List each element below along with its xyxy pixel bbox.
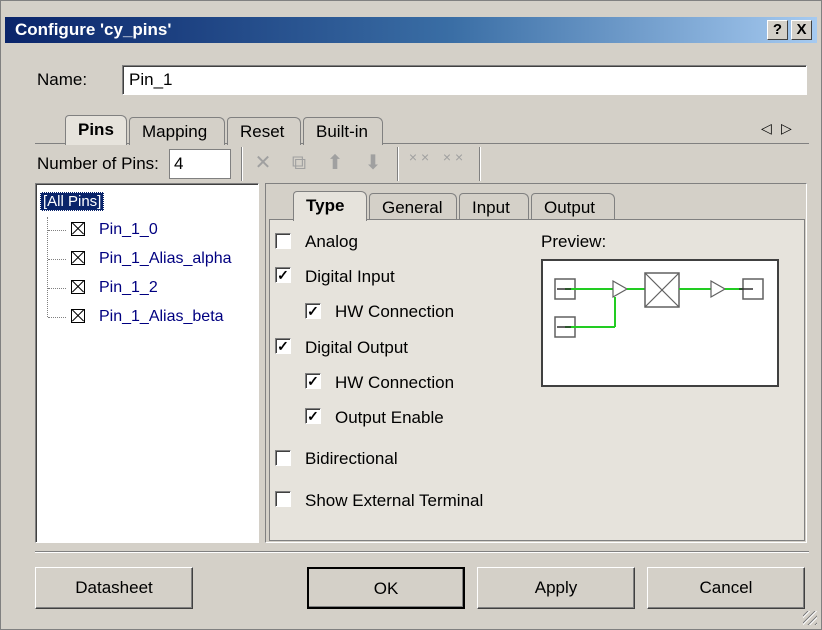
tree-item-label: Pin_1_0 — [99, 221, 158, 238]
resize-grip[interactable] — [803, 611, 817, 625]
copy-icon[interactable]: ⧉ — [287, 151, 311, 175]
pin-schematic-icon — [554, 272, 764, 338]
apply-button[interactable]: Apply — [477, 567, 635, 609]
tree-item[interactable]: Pin_1_0 — [71, 221, 158, 239]
digital-input-label: Digital Input — [305, 267, 395, 286]
split-pins-icon[interactable]: × × — [407, 150, 431, 175]
help-button[interactable]: ? — [767, 20, 788, 40]
window-title: Configure 'cy_pins' — [15, 20, 172, 39]
tab-scroll-right-icon[interactable]: ▷ — [781, 120, 792, 137]
show-external-terminal-label: Show External Terminal — [305, 491, 484, 510]
digital-output-checkbox[interactable]: ✓ — [275, 338, 291, 354]
subtab-output[interactable]: Output — [531, 193, 615, 221]
analog-checkbox[interactable] — [275, 233, 291, 249]
number-of-pins-label: Number of Pins: — [37, 154, 159, 173]
pin-x-icon — [71, 280, 85, 294]
tree-root-all-pins[interactable]: [All Pins] — [40, 192, 105, 211]
bidirectional-label: Bidirectional — [305, 449, 398, 468]
tab-scroll-left-icon[interactable]: ◁ — [761, 120, 772, 137]
tree-connector — [48, 259, 66, 260]
subtab-general[interactable]: General — [369, 193, 457, 221]
tab-reset[interactable]: Reset — [227, 117, 301, 145]
hw-connection-input-checkbox[interactable]: ✓ — [305, 303, 321, 319]
preview-label: Preview: — [541, 232, 607, 251]
name-label: Name: — [37, 70, 88, 89]
tree-item[interactable]: Pin_1_Alias_alpha — [71, 250, 232, 268]
pin-x-icon — [71, 309, 85, 323]
digital-input-checkbox[interactable]: ✓ — [275, 267, 291, 283]
pin-preview-diagram — [541, 259, 779, 387]
configure-dialog: Configure 'cy_pins' ? X Name: Pins Mappi… — [0, 0, 822, 630]
tree-item-label: Pin_1_Alias_beta — [99, 308, 224, 325]
hw-connection-input-label: HW Connection — [335, 302, 455, 321]
tree-connector — [48, 317, 66, 318]
tree-connector — [48, 230, 66, 231]
tab-mapping[interactable]: Mapping — [129, 117, 225, 145]
pin-x-icon — [71, 251, 85, 265]
tree-connector — [48, 288, 66, 289]
tab-built-in[interactable]: Built-in — [303, 117, 383, 145]
datasheet-button[interactable]: Datasheet — [35, 567, 193, 609]
show-external-terminal-checkbox[interactable] — [275, 491, 291, 507]
tab-pins[interactable]: Pins — [65, 115, 127, 145]
toolbar-separator — [479, 147, 481, 181]
ok-button[interactable]: OK — [307, 567, 465, 609]
tree-item-label: Pin_1_Alias_alpha — [99, 250, 232, 267]
name-input[interactable] — [122, 65, 807, 95]
tree-item[interactable]: Pin_1_2 — [71, 279, 158, 297]
toolbar-separator — [397, 147, 399, 181]
move-up-icon[interactable]: ⬆ — [323, 151, 347, 175]
number-of-pins-input[interactable] — [169, 149, 231, 179]
subtab-input[interactable]: Input — [459, 193, 529, 221]
output-enable-label: Output Enable — [335, 408, 444, 427]
close-button[interactable]: X — [791, 20, 812, 40]
bidirectional-checkbox[interactable] — [275, 450, 291, 466]
hw-connection-output-checkbox[interactable]: ✓ — [305, 373, 321, 389]
tree-item-label: Pin_1_2 — [99, 279, 158, 296]
hw-connection-output-label: HW Connection — [335, 373, 455, 392]
move-down-icon[interactable]: ⬇ — [361, 151, 385, 175]
output-enable-checkbox[interactable]: ✓ — [305, 408, 321, 424]
analog-label: Analog — [305, 232, 358, 251]
pin-x-icon — [71, 222, 85, 236]
join-pins-icon[interactable]: × × — [441, 150, 465, 175]
cancel-button[interactable]: Cancel — [647, 567, 805, 609]
delete-icon[interactable]: ✕ — [251, 151, 275, 175]
tree-item[interactable]: Pin_1_Alias_beta — [71, 308, 224, 326]
button-separator — [35, 551, 809, 553]
toolbar-separator — [241, 147, 243, 181]
digital-output-label: Digital Output — [305, 338, 408, 357]
subtab-type[interactable]: Type — [293, 191, 367, 221]
tree-connector — [47, 217, 48, 317]
title-bar[interactable]: Configure 'cy_pins' ? X — [5, 17, 817, 43]
